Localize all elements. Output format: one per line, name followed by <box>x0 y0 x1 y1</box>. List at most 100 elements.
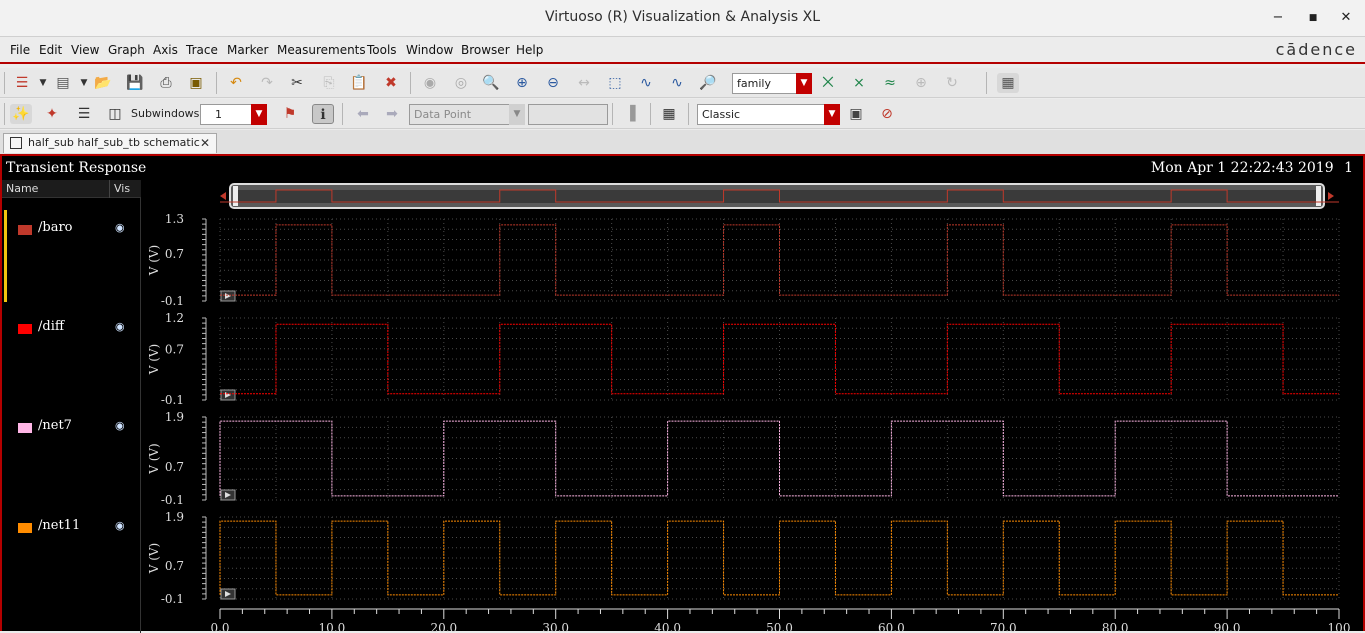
grid-icon[interactable]: ▦ <box>997 73 1019 93</box>
undo-icon[interactable]: ↶ <box>225 73 247 93</box>
info-icon[interactable]: ℹ <box>312 104 334 124</box>
menu-marker[interactable]: Marker <box>227 43 268 57</box>
menu-browser[interactable]: Browser <box>461 43 510 57</box>
layout-icon[interactable]: ✦ <box>41 104 63 124</box>
stack-icon[interactable]: ☰ <box>73 104 95 124</box>
trace-color-swatch[interactable] <box>18 423 32 433</box>
visibility-eye-icon[interactable]: ◉ <box>115 221 125 234</box>
zoom-box-icon[interactable]: ⬚ <box>604 73 626 93</box>
data-point-select[interactable]: Data Point ▼ <box>409 104 525 125</box>
x-tick-label: 70.0 <box>990 621 1017 633</box>
new-window-dropdown-icon[interactable]: ▼ <box>32 73 54 93</box>
legend-vis-header: Vis <box>114 182 131 195</box>
delete-style-icon[interactable]: ⊘ <box>876 104 898 124</box>
zoom-out-icon[interactable]: ⊖ <box>542 73 564 93</box>
trace-family-icon[interactable]: ⨉ <box>817 73 839 93</box>
menu-trace[interactable]: Trace <box>186 43 218 57</box>
open-folder-icon[interactable]: 📂 <box>92 73 114 93</box>
x-tick-label: 50.0 <box>766 621 793 633</box>
legend-item-baro[interactable]: /baro ◉ <box>2 210 141 307</box>
paste-icon[interactable]: 📋 <box>348 73 370 93</box>
menu-axis[interactable]: Axis <box>153 43 178 57</box>
y-tick-label: 1.9 <box>165 410 184 424</box>
menu-edit[interactable]: Edit <box>39 43 62 57</box>
menu-view[interactable]: View <box>71 43 99 57</box>
family-select[interactable]: family ▼ <box>732 73 812 94</box>
redo-icon[interactable]: ↷ <box>256 73 278 93</box>
visibility-eye-icon[interactable]: ◉ <box>115 320 125 333</box>
forward-icon[interactable]: ◎ <box>450 73 472 93</box>
back-icon[interactable]: ◉ <box>419 73 441 93</box>
trace-overlay-icon[interactable]: ≈ <box>879 73 901 93</box>
y-axis-label: V (V) <box>147 443 161 475</box>
trace-net7 <box>219 420 1339 497</box>
tab-half-sub-schematic[interactable]: half_sub half_sub_tb schematic ✕ <box>3 133 217 153</box>
close-tab-icon[interactable]: ✕ <box>200 134 210 152</box>
zoom-wave-y-icon[interactable]: ∿ <box>666 73 688 93</box>
data-point-input[interactable] <box>528 104 608 125</box>
export-image-icon[interactable]: ▣ <box>185 73 207 93</box>
trace-refresh-icon[interactable]: ↻ <box>941 73 963 93</box>
zoom-in-icon[interactable]: ⊕ <box>511 73 533 93</box>
plot-timestamp-group: Mon Apr 1 22:22:43 2019 1 <box>1151 160 1353 176</box>
menu-window[interactable]: Window <box>406 43 453 57</box>
legend-item-net11[interactable]: /net11 ◉ <box>2 515 141 605</box>
prev-point-icon[interactable]: ⬅ <box>352 104 374 124</box>
menu-bar: File Edit View Graph Axis Trace Marker M… <box>0 37 1365 64</box>
save-style-icon[interactable]: ▣ <box>845 104 867 124</box>
legend-header: Name Vis <box>2 180 141 198</box>
save-icon[interactable]: 💾 <box>124 73 146 93</box>
legend-item-net7[interactable]: /net7 ◉ <box>2 415 141 505</box>
chevron-down-icon: ▼ <box>509 104 525 125</box>
tab-label: half_sub half_sub_tb schematic <box>28 136 200 149</box>
subwindows-select[interactable]: 1 ▼ <box>200 104 267 125</box>
menu-help[interactable]: Help <box>516 43 543 57</box>
subwindows-label: Subwindows: <box>131 107 204 120</box>
zoom-x-icon[interactable]: ↔ <box>573 73 595 93</box>
legend-item-diff[interactable]: /diff ◉ <box>2 316 141 406</box>
next-point-icon[interactable]: ➡ <box>381 104 403 124</box>
flag-icon[interactable]: ⚑ <box>279 104 301 124</box>
histogram-icon[interactable]: ▐ <box>619 104 641 124</box>
subwindow-index: 1 <box>1344 160 1353 176</box>
visibility-eye-icon[interactable]: ◉ <box>115 419 125 432</box>
zoom-fit-icon[interactable]: 🔍 <box>480 73 502 93</box>
print-icon[interactable]: ⎙ <box>155 73 177 93</box>
x-tick-label: 0.0 <box>210 621 229 633</box>
delete-icon[interactable]: ✖ <box>380 73 402 93</box>
copy-icon[interactable]: ⎘ <box>318 73 340 93</box>
x-tick-label: 60.0 <box>878 621 905 633</box>
y-axis-label: V (V) <box>147 245 161 277</box>
y-tick-label: 0.7 <box>165 559 184 573</box>
menu-tools[interactable]: Tools <box>367 43 397 57</box>
trace-split-icon[interactable]: ⨯ <box>848 73 870 93</box>
style-select[interactable]: Classic ▼ <box>697 104 840 125</box>
secondary-toolbar: ✨ ✦ ☰ ◫ Subwindows: 1 ▼ ⚑ ℹ ⬅ ➡ Data Poi… <box>0 99 1365 129</box>
trace-add-icon[interactable]: ⊕ <box>910 73 932 93</box>
subwindow-icon[interactable]: ▤ <box>52 73 74 93</box>
trace-legend: Name Vis /baro ◉ /diff ◉ /net7 ◉ /net11 … <box>2 180 141 633</box>
overview-left-handle <box>233 186 238 206</box>
calculator-icon[interactable]: ▦ <box>658 104 680 124</box>
cut-icon[interactable]: ✂ <box>286 73 308 93</box>
plot-area[interactable]: 1.3 0.7 -0.1 V (V) 1.2 0.7 -0.1 V (V) 1.9 0.7 -0.1… <box>142 180 1363 633</box>
zoom-wave-x-icon[interactable]: ∿ <box>635 73 657 93</box>
trace-color-swatch[interactable] <box>18 523 32 533</box>
y-tick-label: 0.7 <box>165 247 184 261</box>
select-wand-icon[interactable]: ✨ <box>10 104 32 124</box>
trace-name: /diff <box>38 319 65 334</box>
new-window-icon[interactable]: ☰ <box>11 73 33 93</box>
trace-color-swatch[interactable] <box>18 225 32 235</box>
close-button[interactable]: ✕ <box>1336 8 1356 28</box>
split-icon[interactable]: ◫ <box>104 104 126 124</box>
zoom-reset-icon[interactable]: 🔎 <box>697 73 719 93</box>
maximize-button[interactable]: ■ <box>1303 8 1323 28</box>
menu-file[interactable]: File <box>10 43 30 57</box>
waveform-plot[interactable]: 1.3 0.7 -0.1 V (V) 1.2 0.7 -0.1 V (V) 1.9 0.7 -0.1… <box>142 180 1363 633</box>
menu-graph[interactable]: Graph <box>108 43 145 57</box>
menu-measurements[interactable]: Measurements <box>277 43 366 57</box>
trace-color-swatch[interactable] <box>18 324 32 334</box>
minimize-button[interactable]: − <box>1268 8 1288 28</box>
y-axis-label: V (V) <box>147 543 161 575</box>
visibility-eye-icon[interactable]: ◉ <box>115 519 125 532</box>
